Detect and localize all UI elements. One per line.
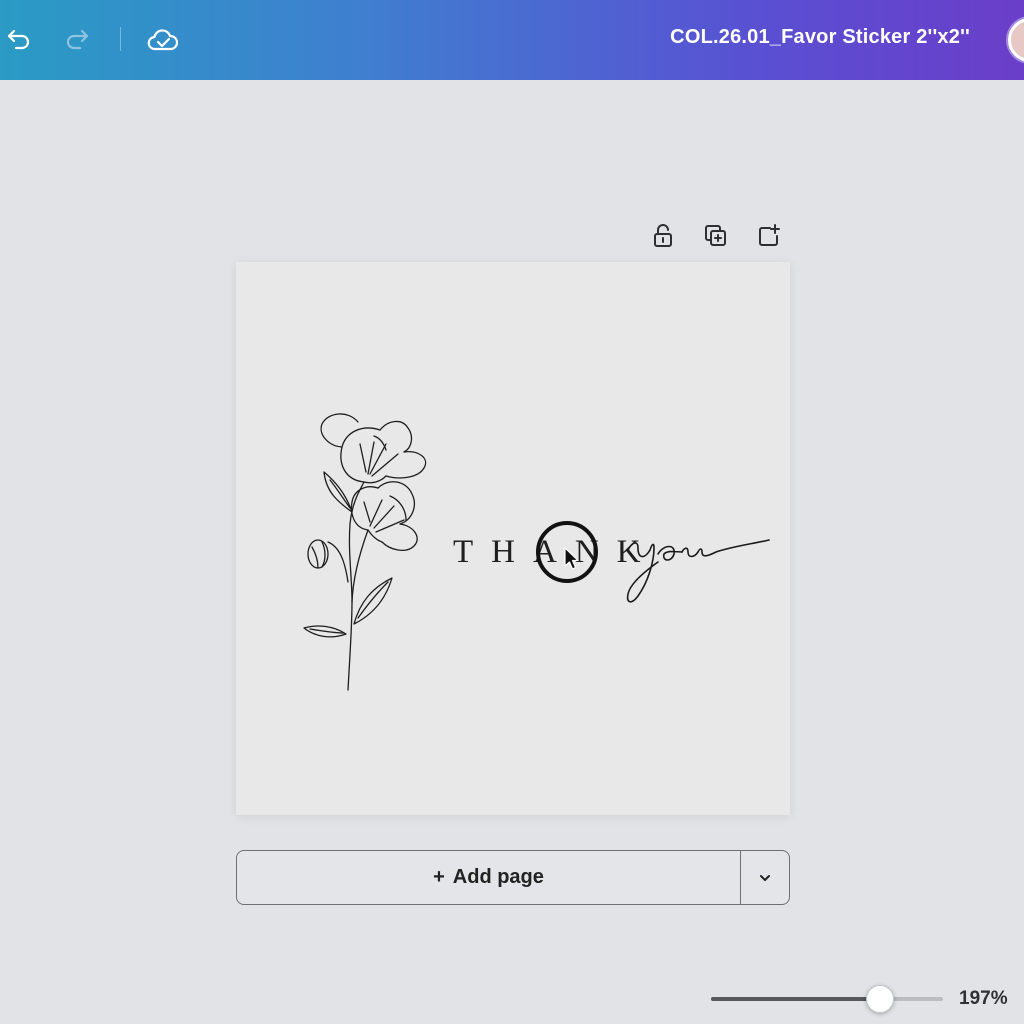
add-page-top-button[interactable] bbox=[750, 218, 788, 254]
zoom-slider-track[interactable] bbox=[711, 997, 943, 1001]
add-page-label: Add page bbox=[452, 866, 544, 888]
you-script-text[interactable]: you bbox=[624, 532, 774, 612]
add-page-button[interactable]: + Add page bbox=[237, 851, 741, 904]
zoom-slider-fill bbox=[711, 997, 881, 1001]
add-page-control: + Add page bbox=[236, 850, 790, 905]
zoom-slider-thumb[interactable] bbox=[866, 985, 895, 1013]
redo-icon bbox=[66, 29, 89, 50]
avatar[interactable] bbox=[1008, 18, 1024, 62]
duplicate-page-icon bbox=[705, 225, 726, 246]
zoom-level[interactable]: 197% bbox=[959, 988, 1008, 1010]
toolbar-divider bbox=[120, 27, 121, 51]
mouse-pointer-icon bbox=[564, 547, 579, 570]
design-page[interactable]: THANK you bbox=[236, 262, 790, 815]
save-status-button[interactable] bbox=[145, 22, 181, 58]
add-page-icon bbox=[759, 224, 780, 246]
undo-icon bbox=[7, 29, 30, 50]
chevron-down-icon bbox=[760, 874, 770, 881]
poppy-illustration[interactable] bbox=[290, 402, 440, 694]
redo-button[interactable] bbox=[60, 22, 96, 58]
document-title[interactable]: COL.26.01_Favor Sticker 2''x2'' bbox=[670, 26, 970, 49]
undo-button[interactable] bbox=[0, 22, 36, 58]
plus-icon: + bbox=[433, 866, 445, 888]
lock-page-button[interactable] bbox=[644, 218, 682, 254]
lock-icon bbox=[654, 224, 672, 247]
top-bar: COL.26.01_Favor Sticker 2''x2'' bbox=[0, 0, 1024, 80]
cloud-saved-icon bbox=[147, 29, 179, 51]
duplicate-page-button[interactable] bbox=[697, 218, 735, 254]
add-page-dropdown-button[interactable] bbox=[741, 851, 789, 904]
